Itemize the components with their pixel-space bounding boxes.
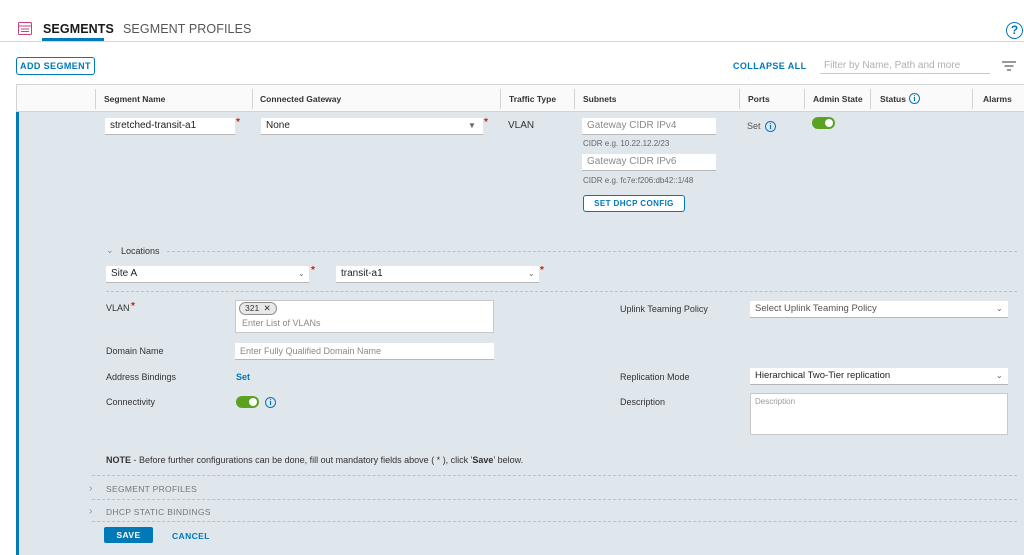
divider — [92, 475, 1017, 476]
description-label: Description — [620, 397, 666, 407]
uplink-teaming-label: Uplink Teaming Policy — [620, 304, 708, 314]
address-bindings-set-link[interactable]: Set — [236, 372, 250, 382]
chevron-down-icon: ⌄ — [528, 269, 535, 278]
add-segment-button[interactable]: ADD SEGMENT — [16, 57, 95, 75]
column-header-admin-state[interactable]: Admin State — [813, 94, 863, 104]
set-dhcp-config-button[interactable]: SET DHCP CONFIG — [583, 195, 685, 212]
collapse-all-button[interactable]: COLLAPSE ALL — [733, 61, 806, 71]
divider — [92, 521, 1017, 522]
vlan-label: VLAN — [106, 303, 130, 313]
active-tab-indicator — [42, 38, 104, 41]
chevron-down-icon: ⌄ — [996, 304, 1003, 313]
segments-icon — [18, 22, 32, 35]
locations-label[interactable]: Locations — [121, 246, 160, 256]
replication-mode-select[interactable]: Hierarchical Two-Tier replication — [750, 368, 1008, 385]
vlan-placeholder: Enter List of VLANs — [242, 318, 321, 328]
domain-name-label: Domain Name — [106, 346, 164, 356]
close-icon[interactable]: ✕ — [264, 303, 271, 313]
table-header: Segment Name Connected Gateway Traffic T… — [16, 84, 1024, 112]
top-tab-bar: SEGMENTS SEGMENT PROFILES ? — [0, 0, 1024, 42]
note-text-end: ' below. — [493, 455, 524, 465]
column-header-segment-name[interactable]: Segment Name — [104, 94, 165, 104]
ports-set-link[interactable]: Set — [747, 121, 761, 131]
note-text: - Before further configurations can be d… — [131, 455, 473, 465]
admin-state-toggle[interactable] — [812, 117, 835, 129]
save-button[interactable]: SAVE — [104, 527, 153, 543]
connected-gateway-select[interactable]: None — [261, 118, 483, 135]
divider — [106, 291, 1017, 292]
column-separator — [739, 89, 740, 109]
required-marker: * — [131, 301, 135, 312]
required-marker: * — [311, 265, 315, 276]
divider — [92, 499, 1017, 500]
transit-select[interactable]: transit-a1 — [336, 266, 539, 283]
tab-segment-profiles[interactable]: SEGMENT PROFILES — [123, 22, 251, 36]
connectivity-info-icon[interactable]: i — [265, 397, 276, 408]
cancel-button[interactable]: CANCEL — [172, 531, 210, 541]
connectivity-label: Connectivity — [106, 397, 156, 407]
chevron-right-icon[interactable]: › — [89, 483, 92, 494]
chevron-right-icon[interactable]: › — [89, 506, 92, 517]
filter-input[interactable] — [820, 57, 990, 74]
segment-name-input[interactable]: stretched-transit-a1 — [105, 118, 235, 135]
required-marker: * — [236, 117, 240, 128]
column-header-ports[interactable]: Ports — [748, 94, 770, 104]
column-header-subnets[interactable]: Subnets — [583, 94, 617, 104]
chevron-down-icon: ⌄ — [298, 269, 305, 278]
mandatory-note: NOTE - Before further configurations can… — [106, 455, 523, 465]
site-select[interactable]: Site A — [106, 266, 309, 283]
uplink-teaming-select[interactable]: Select Uplink Teaming Policy — [750, 301, 1008, 318]
ports-info-icon[interactable]: i — [765, 121, 776, 132]
column-header-traffic-type[interactable]: Traffic Type — [509, 94, 556, 104]
status-info-icon[interactable]: i — [909, 93, 920, 104]
required-marker: * — [540, 265, 544, 276]
ipv6-hint: CIDR e.g. fc7e:f206:db42::1/48 — [583, 176, 694, 185]
replication-mode-label: Replication Mode — [620, 372, 690, 382]
tab-segments[interactable]: SEGMENTS — [43, 22, 114, 36]
required-marker: * — [484, 117, 488, 128]
column-separator — [972, 89, 973, 109]
help-icon[interactable]: ? — [1006, 22, 1023, 39]
column-separator — [95, 89, 96, 109]
traffic-type-value: VLAN — [508, 120, 535, 131]
note-save-word: Save — [472, 455, 494, 465]
ipv4-hint: CIDR e.g. 10.22.12.2/23 — [583, 139, 670, 148]
connectivity-toggle[interactable] — [236, 396, 259, 408]
divider — [167, 251, 1017, 252]
vlan-chip-label: 321 — [245, 303, 260, 313]
column-header-alarms[interactable]: Alarms — [983, 94, 1012, 104]
chevron-down-icon: ⌄ — [996, 371, 1003, 380]
filter-icon[interactable] — [1001, 60, 1017, 71]
column-separator — [804, 89, 805, 109]
gateway-ipv6-input[interactable]: Gateway CIDR IPv6 — [582, 154, 716, 171]
column-separator — [574, 89, 575, 109]
column-separator — [252, 89, 253, 109]
chevron-down-icon: ▼ — [468, 121, 476, 130]
vlan-chip[interactable]: 321 ✕ — [239, 302, 277, 315]
column-header-status[interactable]: Status — [880, 94, 906, 104]
note-prefix: NOTE — [106, 455, 132, 465]
domain-name-input[interactable]: Enter Fully Qualified Domain Name — [235, 343, 494, 360]
description-textarea[interactable]: Description — [750, 393, 1008, 435]
chevron-down-icon[interactable]: ⌄ — [106, 245, 114, 256]
column-separator — [870, 89, 871, 109]
description-placeholder: Description — [755, 397, 796, 406]
section-segment-profiles[interactable]: SEGMENT PROFILES — [106, 484, 197, 494]
column-header-connected-gateway[interactable]: Connected Gateway — [260, 94, 341, 104]
address-bindings-label: Address Bindings — [106, 372, 177, 382]
gateway-ipv4-input[interactable]: Gateway CIDR IPv4 — [582, 118, 716, 135]
section-dhcp-static-bindings[interactable]: DHCP STATIC BINDINGS — [106, 507, 211, 517]
column-separator — [500, 89, 501, 109]
